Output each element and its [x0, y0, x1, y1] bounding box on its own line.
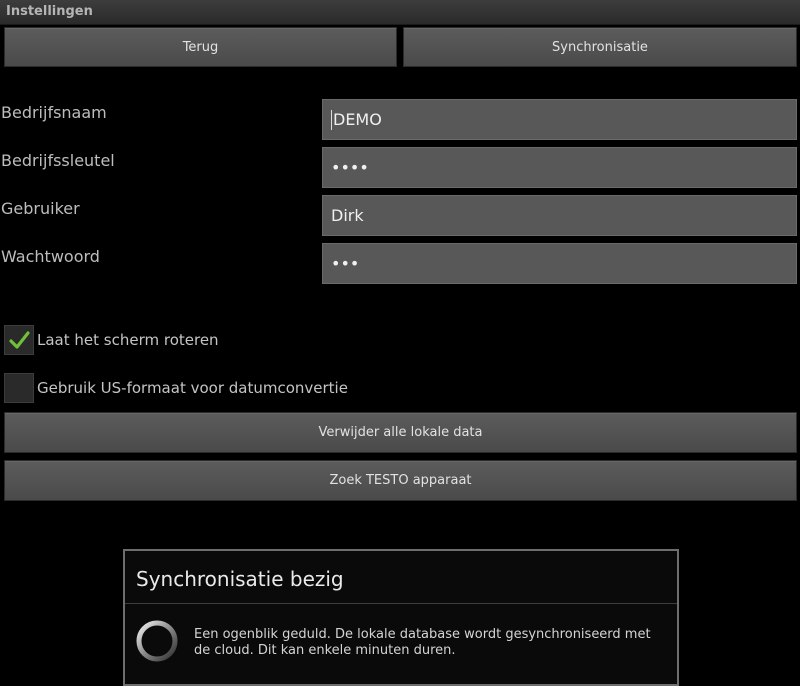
rotate-screen-checkbox[interactable] [4, 325, 34, 355]
company-key-field[interactable]: •••• [322, 147, 797, 188]
company-key-value: •••• [331, 158, 369, 177]
dialog-divider [125, 603, 677, 604]
company-name-value: DEMO [333, 110, 382, 129]
user-value: Dirk [331, 206, 364, 225]
password-field[interactable]: ••• [322, 243, 797, 284]
checkmark-icon [9, 331, 30, 349]
find-testo-button[interactable]: Zoek TESTO apparaat [4, 460, 797, 501]
loading-spinner-icon [136, 620, 178, 662]
us-date-format-checkbox[interactable] [4, 373, 34, 403]
sync-button[interactable]: Synchronisatie [403, 27, 797, 67]
user-field[interactable]: Dirk [322, 195, 797, 236]
title-bar: Instellingen [0, 0, 800, 25]
company-name-label: Bedrijfsnaam [1, 103, 107, 122]
rotate-screen-label: Laat het scherm roteren [37, 331, 219, 349]
us-date-format-label: Gebruik US-formaat voor datumconvertie [37, 379, 348, 397]
delete-local-data-button[interactable]: Verwijder alle lokale data [4, 412, 797, 453]
back-button[interactable]: Terug [4, 27, 397, 67]
dialog-message: Een ogenblik geduld. De lokale database … [194, 627, 651, 658]
settings-screen: Instellingen Terug Synchronisatie Bedrij… [0, 0, 800, 686]
window-title: Instellingen [6, 4, 93, 19]
user-label: Gebruiker [1, 199, 80, 218]
text-caret [331, 109, 332, 130]
password-label: Wachtwoord [1, 247, 100, 266]
sync-progress-dialog: Synchronisatie bezig Een ogenblik geduld… [123, 549, 679, 686]
dialog-title: Synchronisatie bezig [136, 567, 344, 591]
company-name-field[interactable]: DEMO [322, 99, 797, 140]
company-key-label: Bedrijfssleutel [1, 151, 115, 170]
password-value: ••• [331, 254, 360, 273]
